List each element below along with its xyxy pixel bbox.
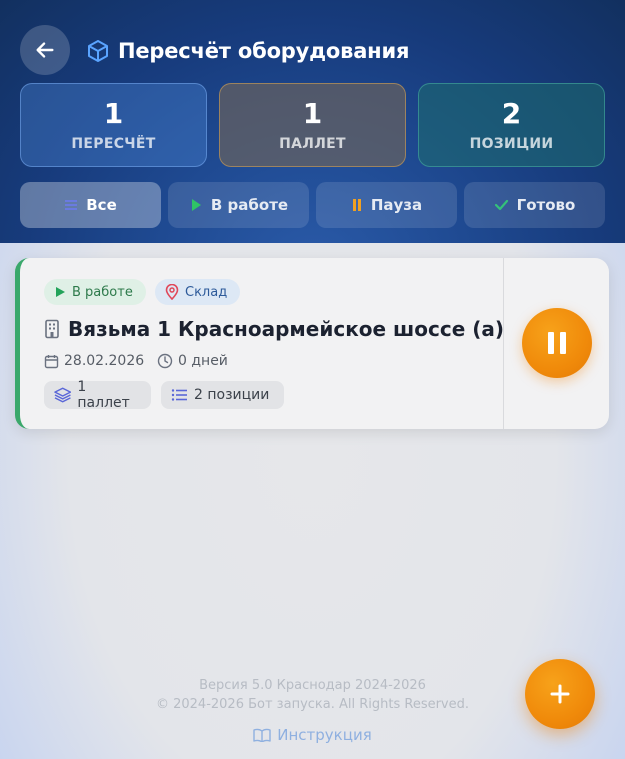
- pause-button[interactable]: [522, 308, 592, 378]
- stat-label: ПЕРЕСЧЁТ: [71, 136, 156, 152]
- positions-chip-label: 2 позиции: [194, 387, 270, 403]
- stat-value: 1: [302, 97, 323, 130]
- card-title: Вязьма 1 Красноармейское шоссе (а): [44, 314, 504, 344]
- pallet-chip: 1 паллет: [44, 379, 151, 411]
- stat-label: ПАЛЛЕТ: [279, 136, 346, 152]
- building-icon: [45, 319, 59, 339]
- check-icon: [494, 199, 508, 211]
- clock-icon: [157, 353, 173, 369]
- filter-in-work[interactable]: В работе: [168, 182, 309, 228]
- layers-icon: [54, 387, 72, 403]
- recount-card[interactable]: В работе Склад Вязьма 1 Красноармейское …: [15, 258, 609, 429]
- filter-label: Готово: [516, 196, 576, 214]
- filter-label: Все: [86, 196, 117, 214]
- pallet-chip-label: 1 паллет: [77, 379, 130, 411]
- map-pin-icon: [165, 284, 179, 300]
- list-icon: [65, 200, 78, 210]
- status-badge: В работе: [44, 279, 146, 305]
- play-icon: [56, 287, 65, 297]
- positions-chip: 2 позиции: [161, 381, 284, 409]
- instruction-link[interactable]: Инструкция: [0, 726, 625, 744]
- calendar-icon: [44, 354, 59, 368]
- stat-pallets: 1 ПАЛЛЕТ: [219, 83, 406, 167]
- location-badge-label: Склад: [185, 284, 228, 300]
- stat-value: 2: [501, 97, 522, 130]
- filter-done[interactable]: Готово: [464, 182, 605, 228]
- card-date: 28.02.2026: [44, 350, 144, 372]
- filter-pause[interactable]: Пауза: [316, 182, 457, 228]
- arrow-left-icon: [36, 42, 54, 58]
- stat-value: 1: [103, 97, 124, 130]
- filter-all[interactable]: Все: [20, 182, 161, 228]
- header: Пересчёт оборудования 1 ПЕРЕСЧЁТ 1 ПАЛЛЕ…: [0, 0, 625, 243]
- page-title: Пересчёт оборудования: [118, 39, 410, 63]
- card-date-text: 28.02.2026: [64, 353, 145, 369]
- book-icon: [253, 728, 271, 742]
- pause-icon: [548, 332, 566, 354]
- play-icon: [191, 199, 201, 211]
- list-icon: [171, 389, 187, 401]
- location-badge: Склад: [155, 279, 240, 305]
- card-divider: [503, 258, 504, 429]
- stat-label: ПОЗИЦИИ: [469, 136, 554, 152]
- stat-recount: 1 ПЕРЕСЧЁТ: [20, 83, 207, 167]
- card-days-text: 0 дней: [178, 353, 228, 369]
- stat-positions: 2 ПОЗИЦИИ: [418, 83, 605, 167]
- instruction-label: Инструкция: [277, 726, 372, 744]
- status-badge-label: В работе: [72, 284, 133, 300]
- title-row: Пересчёт оборудования: [86, 36, 409, 66]
- cube-icon: [88, 40, 108, 62]
- pause-icon: [352, 199, 361, 211]
- add-button[interactable]: [525, 659, 595, 729]
- card-title-text: Вязьма 1 Красноармейское шоссе (а): [68, 317, 505, 341]
- card-days: 0 дней: [157, 350, 228, 372]
- filter-label: В работе: [210, 196, 289, 214]
- plus-icon: [550, 684, 570, 704]
- back-button[interactable]: [20, 25, 70, 75]
- filter-label: Пауза: [370, 196, 423, 214]
